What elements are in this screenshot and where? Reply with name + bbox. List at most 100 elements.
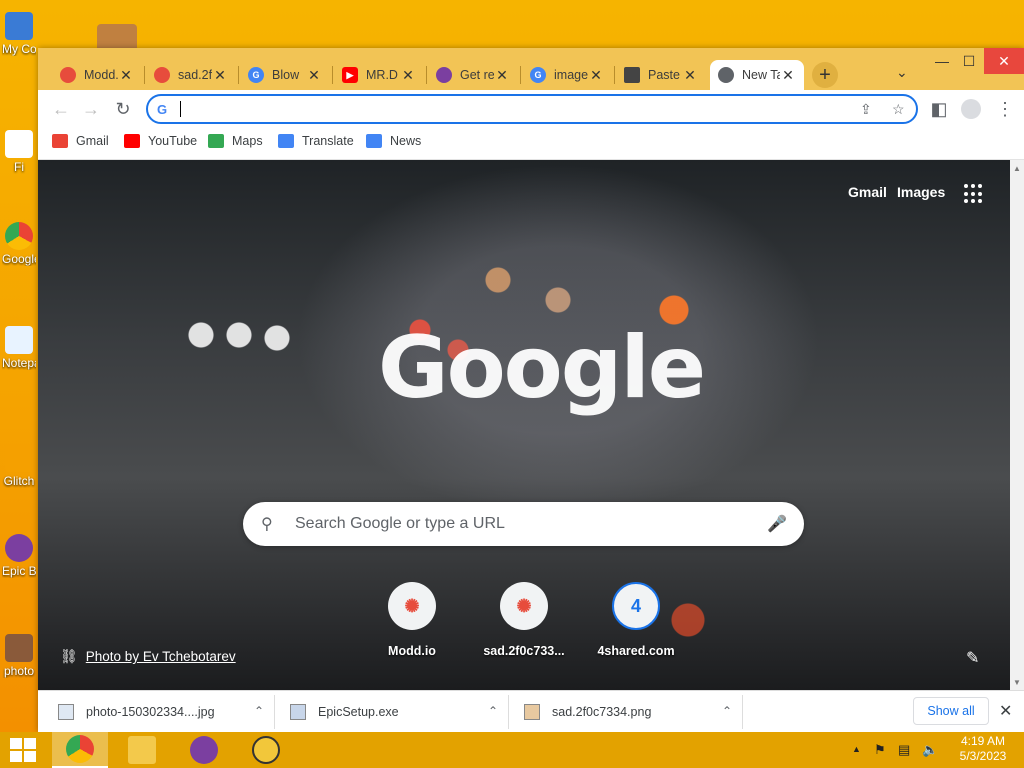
taskbar-app[interactable] — [238, 732, 294, 768]
close-icon[interactable]: ✕ — [999, 701, 1012, 721]
microphone-icon[interactable]: 🎤 — [767, 514, 787, 534]
close-icon[interactable]: ✕ — [494, 67, 510, 84]
bookmark-youtube[interactable]: YouTube — [124, 134, 197, 148]
close-icon[interactable]: ✕ — [682, 67, 698, 84]
tab-label: image — [554, 68, 588, 82]
youtube-icon — [124, 134, 140, 148]
close-icon[interactable]: ✕ — [118, 67, 134, 84]
close-icon[interactable]: ✕ — [212, 67, 228, 84]
bookmark-maps[interactable]: Maps — [208, 134, 263, 148]
flag-icon[interactable]: ⚑ — [874, 742, 886, 758]
profile-button[interactable] — [960, 98, 982, 120]
search-icon: ⚲ — [261, 516, 273, 533]
tab-mrd[interactable]: ▶ MR.D ✕ — [334, 60, 424, 90]
binary-icon — [624, 67, 640, 83]
scroll-up-icon[interactable]: ▲ — [1013, 164, 1021, 173]
bookmark-label: Maps — [232, 134, 263, 148]
glitch-icon — [5, 444, 33, 472]
bookmark-translate[interactable]: Translate — [278, 134, 354, 148]
side-panel-button[interactable]: ◧ — [928, 98, 950, 120]
forward-button[interactable]: → — [80, 98, 102, 120]
customize-pencil-icon[interactable]: ✎ — [966, 648, 979, 668]
epic-icon — [436, 67, 452, 83]
close-icon[interactable]: ✕ — [306, 67, 322, 84]
menu-button[interactable]: ⋮ — [994, 98, 1016, 120]
reload-button[interactable]: ↻ — [112, 98, 134, 120]
start-button[interactable] — [10, 738, 36, 762]
chevron-up-icon[interactable]: ⌃ — [488, 704, 498, 718]
desktop-icon-photo[interactable]: photo — [2, 634, 36, 678]
address-bar[interactable]: G ⇪ ☆ — [146, 94, 918, 124]
tab-search-button[interactable]: ⌄ — [896, 64, 908, 81]
news-icon — [366, 134, 382, 148]
bookmarks-bar: Gmail YouTube Maps Translate News — [38, 128, 1024, 160]
close-icon: ✕ — [998, 52, 1010, 69]
scroll-down-icon[interactable]: ▼ — [1013, 678, 1021, 687]
tab-modd[interactable]: Modd.io ✕ — [52, 60, 142, 90]
tab-get-re[interactable]: Get re ✕ — [428, 60, 518, 90]
desktop-icon-label: My Computer — [2, 42, 36, 56]
omnibox-input[interactable] — [178, 99, 838, 119]
tab-separator — [614, 66, 615, 84]
desktop-icon-label: Notepad — [2, 356, 36, 370]
bookmark-news[interactable]: News — [366, 134, 421, 148]
desktop-icon-label: photo — [3, 664, 35, 678]
volume-icon[interactable]: 🔈 — [922, 742, 938, 758]
desktop-icon-label: Epic Browser — [2, 564, 36, 578]
tab-blow[interactable]: G Blow ✕ — [240, 60, 330, 90]
shortcut-tile[interactable]: ✺ Modd.io — [362, 582, 462, 658]
google-logo: Google — [378, 318, 706, 418]
close-window-button[interactable]: ✕ — [984, 48, 1024, 74]
taskbar-app-file-explorer[interactable] — [114, 732, 170, 768]
tab-label: New Tab — [742, 68, 780, 82]
taskbar-app-chrome[interactable] — [52, 732, 108, 768]
computer-icon — [5, 12, 33, 40]
desktop-icon-glitch[interactable]: Glitch — [2, 444, 36, 488]
download-item[interactable]: photo-150302334....jpg ⌃ — [58, 691, 274, 733]
maximize-button[interactable]: ☐ — [954, 48, 984, 74]
taskbar-app-epic[interactable] — [176, 732, 232, 768]
photo-credit-link[interactable]: Photo by Ev Tchebotarev — [86, 649, 236, 664]
tab-paste[interactable]: Paste ✕ — [616, 60, 706, 90]
close-icon[interactable]: ✕ — [400, 67, 416, 84]
desktop-icon-fi[interactable]: Fi — [2, 130, 36, 174]
chrome-window: Modd.io ✕ sad.2f0c7334 ✕ G Blow ✕ ▶ MR.D… — [38, 48, 1024, 732]
tab-separator — [520, 66, 521, 84]
close-icon[interactable]: ✕ — [588, 67, 604, 84]
bookmark-gmail[interactable]: Gmail — [52, 134, 109, 148]
share-icon[interactable]: ⇪ — [860, 101, 872, 118]
tab-new-tab[interactable]: New Tab ✕ — [710, 60, 804, 90]
search-placeholder: Search Google or type a URL — [295, 515, 505, 532]
new-tab-button[interactable]: + — [812, 62, 838, 88]
desktop-icon-chrome[interactable]: Google Chrome — [2, 222, 36, 266]
download-item[interactable]: sad.2f0c7334.png ⌃ — [524, 691, 742, 733]
ntp-search-box[interactable]: ⚲ Search Google or type a URL 🎤 — [243, 502, 804, 546]
shortcut-tile[interactable]: ✺ sad.2f0c733... — [474, 582, 574, 658]
gmail-link[interactable]: Gmail — [848, 184, 887, 200]
photo-credit[interactable]: ⛓ Photo by Ev Tchebotarev — [60, 648, 236, 665]
back-button[interactable]: ← — [50, 98, 72, 120]
divider — [742, 695, 743, 729]
shortcut-tile[interactable]: 4 4shared.com — [586, 582, 686, 658]
images-link[interactable]: Images — [897, 184, 945, 200]
chevron-up-icon[interactable]: ⌃ — [722, 704, 732, 718]
folder-icon — [128, 736, 156, 764]
more-vert-icon: ⋮ — [996, 98, 1014, 119]
download-filename: EpicSetup.exe — [318, 705, 399, 719]
download-item[interactable]: EpicSetup.exe ⌃ — [290, 691, 508, 733]
system-clock[interactable]: 4:19 AM 5/3/2023 — [950, 734, 1016, 764]
chevron-up-icon[interactable]: ⌃ — [254, 704, 264, 718]
desktop-icon-my-computer[interactable]: My Computer — [2, 12, 36, 56]
network-icon[interactable]: ▤ — [898, 742, 910, 758]
apps-launcher-icon[interactable] — [964, 184, 984, 204]
scrollbar[interactable]: ▲ ▼ — [1010, 160, 1024, 690]
tab-sad[interactable]: sad.2f0c7334 ✕ — [146, 60, 236, 90]
tab-image[interactable]: G image ✕ — [522, 60, 612, 90]
close-icon[interactable]: ✕ — [780, 67, 796, 84]
star-icon[interactable]: ☆ — [892, 101, 905, 118]
tray-overflow-icon[interactable]: ▲ — [852, 744, 861, 754]
chrome-icon — [66, 735, 94, 763]
show-all-button[interactable]: Show all — [913, 697, 989, 725]
desktop-icon-epic[interactable]: Epic Browser — [2, 534, 36, 578]
desktop-icon-notepad[interactable]: Notepad — [2, 326, 36, 370]
